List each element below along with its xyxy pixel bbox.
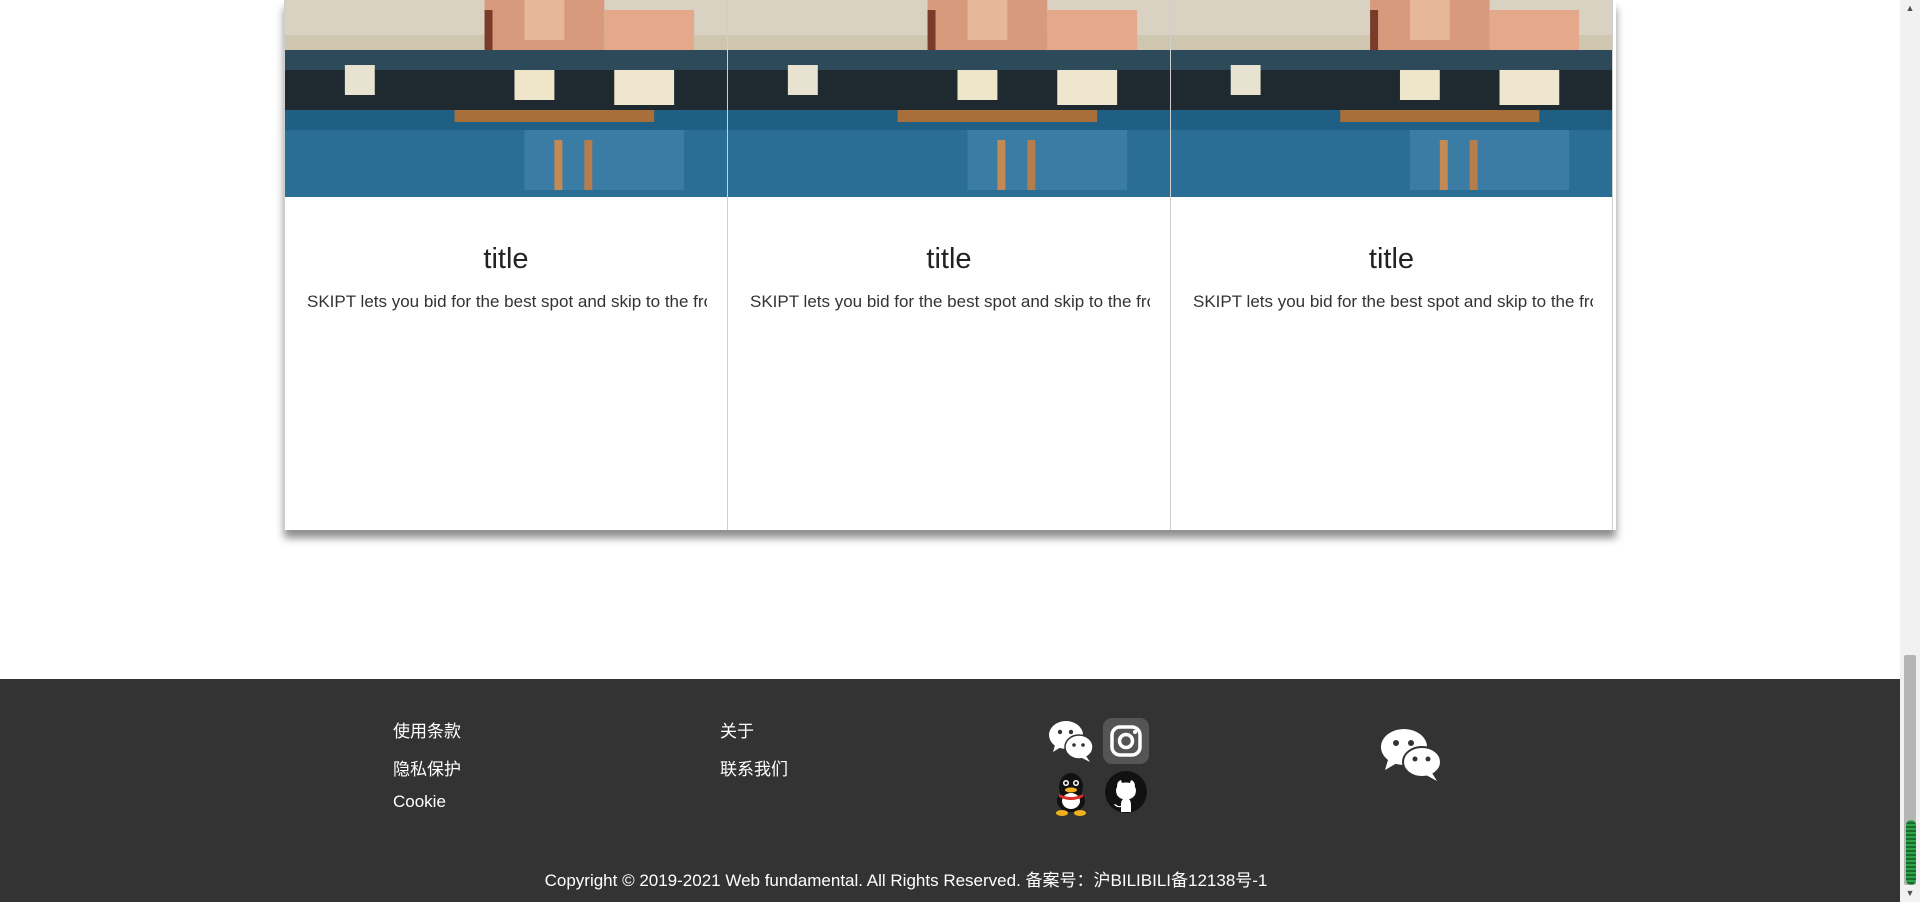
footer-link-about[interactable]: 关于 — [720, 717, 754, 742]
instagram-icon[interactable] — [1101, 716, 1151, 766]
card[interactable]: title SKIPT lets you bid for the best sp… — [284, 0, 727, 530]
card[interactable]: title SKIPT lets you bid for the best sp… — [1170, 0, 1613, 530]
wechat-icon[interactable] — [1046, 716, 1096, 766]
card-image — [285, 0, 727, 197]
footer-link-terms[interactable]: 使用条款 — [393, 717, 461, 742]
footer-link-privacy[interactable]: 隐私保护 — [393, 755, 461, 780]
card-text: SKIPT lets you bid for the best spot and… — [307, 292, 707, 311]
scroll-down-arrow-icon[interactable]: ▼ — [1900, 885, 1920, 902]
footer-link-contact[interactable]: 联系我们 — [720, 755, 788, 780]
card-image — [1171, 0, 1612, 197]
qq-icon[interactable] — [1046, 767, 1096, 817]
card-title: title — [1368, 243, 1415, 275]
scroll-grip[interactable] — [1906, 820, 1916, 885]
card-row: title SKIPT lets you bid for the best sp… — [284, 0, 1616, 530]
scroll-up-arrow-icon[interactable]: ▲ — [1900, 0, 1920, 17]
card-image — [728, 0, 1170, 197]
wechat-qr-icon[interactable] — [1378, 725, 1444, 783]
card-title: title — [926, 243, 972, 275]
scrollbar[interactable]: ▲ ▼ — [1900, 0, 1920, 902]
page: title SKIPT lets you bid for the best sp… — [0, 0, 1920, 902]
footer-link-cookie[interactable]: Cookie — [393, 792, 446, 812]
card-text: SKIPT lets you bid for the best spot and… — [1193, 292, 1593, 311]
copyright-text: Copyright © 2019-2021 Web fundamental. A… — [544, 871, 1268, 890]
card-text: SKIPT lets you bid for the best spot and… — [750, 292, 1150, 311]
card[interactable]: title SKIPT lets you bid for the best sp… — [727, 0, 1170, 530]
github-icon[interactable] — [1101, 767, 1151, 817]
card-title: title — [483, 243, 529, 275]
